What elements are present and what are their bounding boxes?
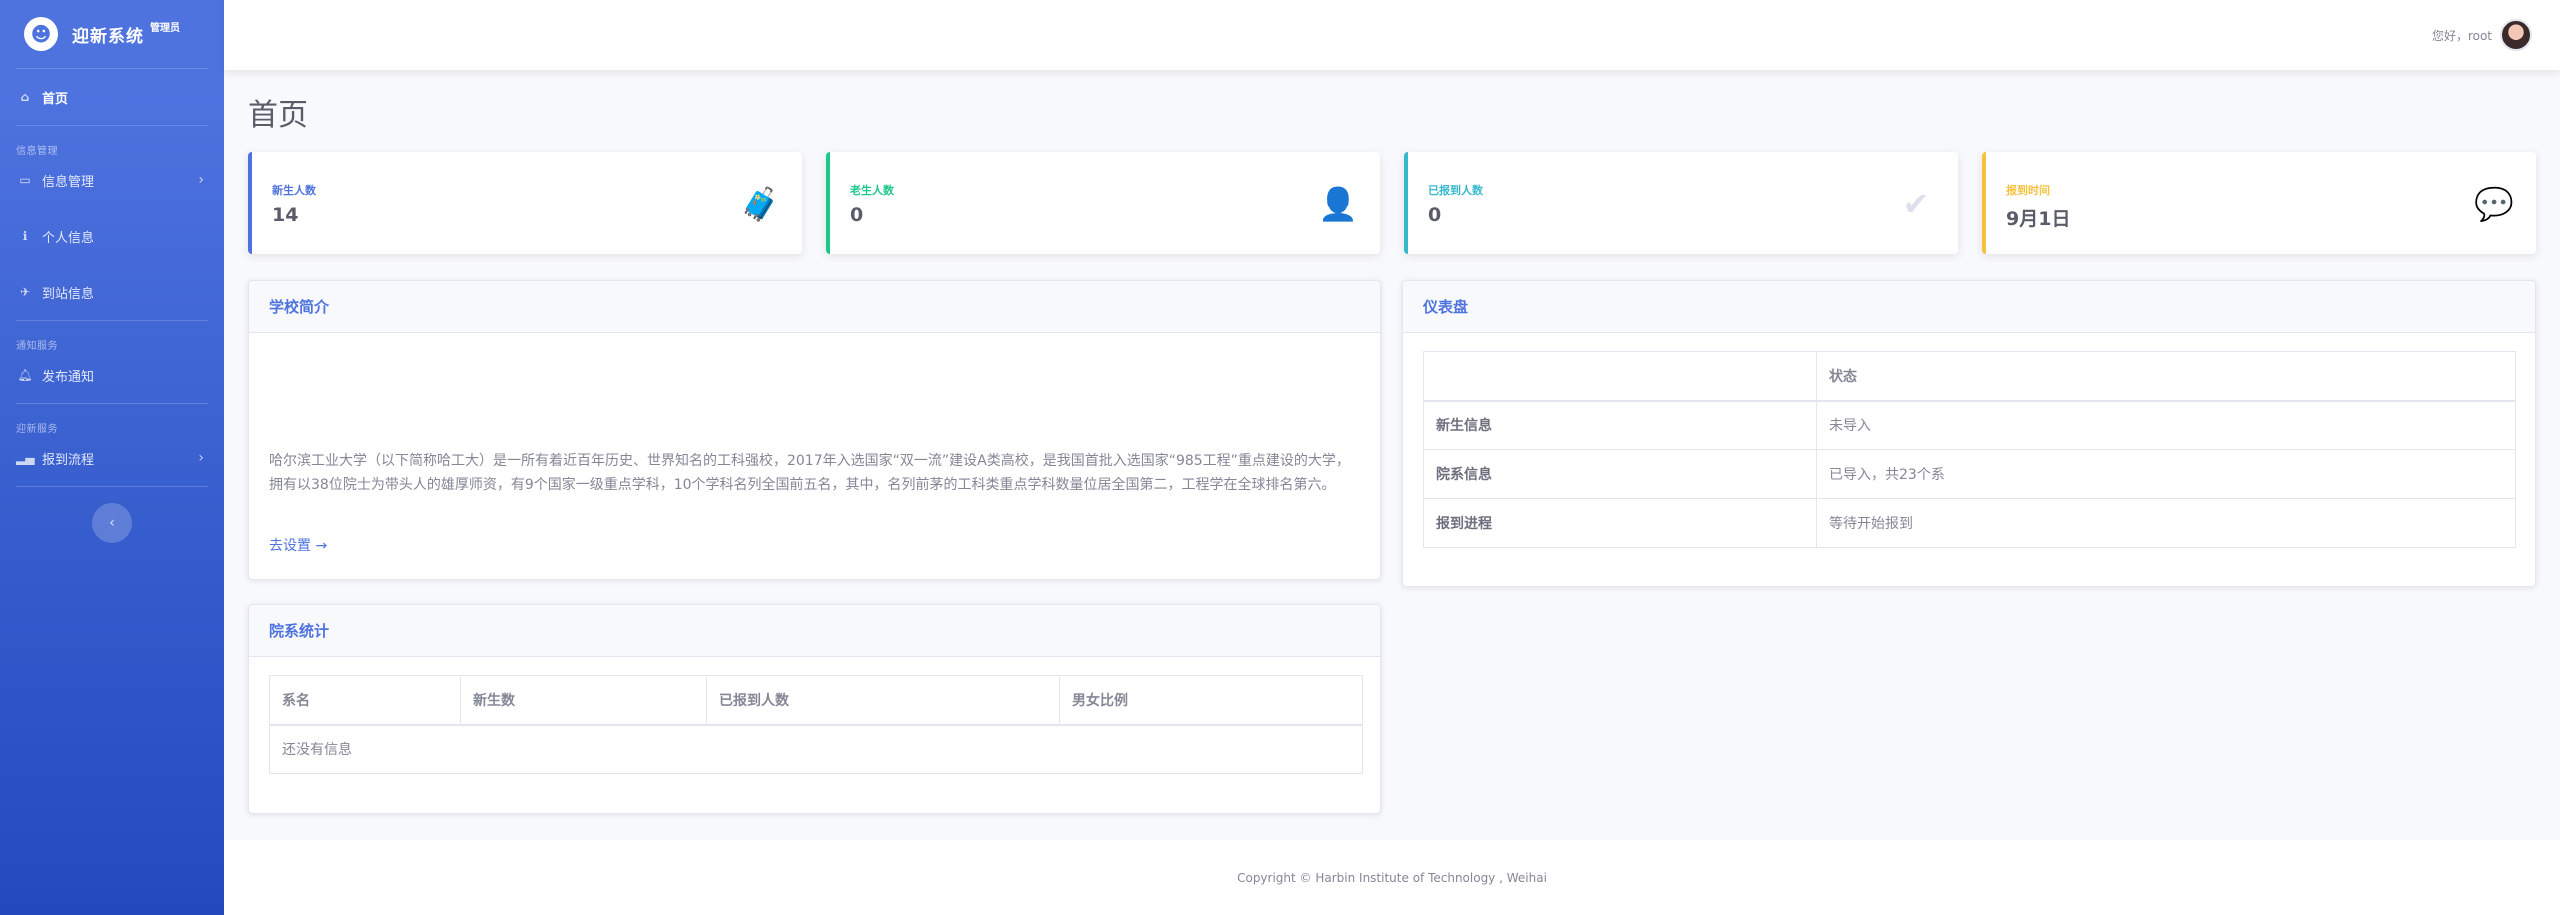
copyright-text: Copyright © Harbin Institute of Technolo… (1237, 870, 1547, 885)
chevron-right-icon: › (198, 172, 204, 188)
user-greeting[interactable]: 您好，root (2432, 27, 2492, 44)
table-header-cell: 已报到人数 (706, 675, 1060, 726)
table-row: 还没有信息 (269, 724, 1363, 774)
sidebar-toggle-button[interactable]: ‹ (92, 503, 132, 543)
stat-card-new-students: 新生人数 14 🧳 (248, 152, 802, 254)
sidebar-item-personal[interactable]: ℹ 个人信息 (0, 208, 224, 264)
table-row: 新生信息 未导入 (1423, 400, 2516, 450)
stat-value: 0 (850, 204, 864, 226)
stat-value: 0 (1428, 204, 1442, 226)
info-icon: ℹ (22, 229, 28, 243)
sidebar-item-publish[interactable]: 🔔︎ 发布通知 (0, 347, 224, 403)
card-title: 院系统计 (249, 605, 1380, 657)
laptop-icon: ▭ (19, 173, 31, 187)
stat-value: 9月1日 (2006, 208, 2071, 230)
row-status: 等待开始报到 (1816, 498, 2516, 548)
row-label: 新生信息 (1423, 400, 1817, 450)
sidebar-heading-info: 信息管理 (16, 146, 58, 157)
go-settings-link[interactable]: 去设置 → (269, 535, 327, 555)
stat-card-registered: 已报到人数 0 ✔ (1404, 152, 1958, 254)
empty-message: 还没有信息 (269, 724, 1363, 774)
table-row: 院系信息 已导入，共23个系 (1423, 449, 2516, 499)
sidebar-item-info-manage[interactable]: ▭ 信息管理 › (0, 152, 224, 208)
brand[interactable]: ☻ 迎新系统 管理员 (0, 0, 224, 68)
user-check-icon: 👤 (1318, 185, 1358, 223)
table-header-row: 系名 新生数 已报到人数 男女比例 (269, 675, 1363, 726)
sidebar-heading-notice: 通知服务 (16, 341, 58, 352)
page-title: 首页 (248, 98, 308, 133)
stat-label: 老生人数 (850, 184, 894, 197)
sidebar-item-label: 首页 (42, 91, 69, 107)
table-header-cell: 新生数 (460, 675, 707, 726)
comments-icon: 💬 (2474, 185, 2514, 223)
footer: Copyright © Harbin Institute of Technolo… (224, 840, 2560, 915)
luggage-icon: 🧳 (740, 185, 780, 223)
sidebar-item-label: 信息管理 (42, 174, 95, 190)
topbar: 您好，root (224, 0, 2560, 70)
stat-label: 新生人数 (272, 184, 316, 197)
table-header-cell (1423, 351, 1817, 402)
row-status: 未导入 (1816, 400, 2516, 450)
plane-icon: ✈ (19, 285, 31, 299)
table-header-cell: 男女比例 (1059, 675, 1363, 726)
sidebar-item-label: 报到流程 (42, 452, 95, 468)
sidebar-item-label: 发布通知 (42, 369, 95, 385)
sidebar-item-process[interactable]: ▂▄ 报到流程 › (0, 430, 224, 486)
row-label: 报到进程 (1423, 498, 1817, 548)
sidebar-item-home[interactable]: ⌂ 首页 (0, 69, 224, 125)
home-icon: ⌂ (20, 90, 30, 104)
signal-icon: ▂▄ (16, 451, 35, 465)
stat-value: 14 (272, 204, 299, 226)
table-header-cell: 系名 (269, 675, 461, 726)
card-title: 仪表盘 (1403, 281, 2535, 333)
stat-card-register-time: 报到时间 9月1日 💬 (1982, 152, 2536, 254)
school-intro-card: 学校简介 哈尔滨工业大学（以下简称哈工大）是一所有着近百年历史、世界知名的工科强… (248, 280, 1381, 580)
row-status: 已导入，共23个系 (1816, 449, 2516, 499)
sidebar-item-label: 到站信息 (42, 286, 95, 302)
sidebar-item-arrival[interactable]: ✈ 到站信息 (0, 264, 224, 320)
stat-label: 已报到人数 (1428, 184, 1483, 197)
dashboard-card: 仪表盘 状态 新生信息 未导入 院系信息 已导入，共23个系 报到进程 等待开始… (1402, 280, 2536, 587)
sidebar-heading-welcome: 迎新服务 (16, 424, 58, 435)
table-row: 报到进程 等待开始报到 (1423, 498, 2516, 548)
brand-title: 迎新系统 (72, 26, 144, 47)
dashboard-table: 状态 新生信息 未导入 院系信息 已导入，共23个系 报到进程 等待开始报到 (1423, 351, 2516, 548)
sidebar: ☻ 迎新系统 管理员 ⌂ 首页 信息管理 ▭ 信息管理 › ℹ 个人信息 ✈ 到… (0, 0, 224, 915)
table-header-cell: 状态 (1816, 351, 2516, 402)
stat-label: 报到时间 (2006, 184, 2050, 197)
department-stats-card: 院系统计 系名 新生数 已报到人数 男女比例 还没有信息 (248, 604, 1381, 814)
table-header-row: 状态 (1423, 351, 2516, 402)
row-label: 院系信息 (1423, 449, 1817, 499)
avatar[interactable] (2500, 19, 2532, 51)
card-title: 学校简介 (249, 281, 1380, 333)
bell-icon: 🔔︎ (17, 368, 33, 382)
sidebar-item-label: 个人信息 (42, 230, 95, 246)
sidebar-divider (16, 486, 208, 487)
school-intro-text: 哈尔滨工业大学（以下简称哈工大）是一所有着近百年历史、世界知名的工科强校，201… (269, 453, 1350, 493)
chevron-right-icon: › (198, 450, 204, 466)
department-table: 系名 新生数 已报到人数 男女比例 还没有信息 (269, 675, 1363, 774)
brand-role: 管理员 (150, 22, 180, 34)
smile-logo-icon: ☻ (24, 17, 58, 51)
stat-card-old-students: 老生人数 0 👤 (826, 152, 1380, 254)
check-circle-icon: ✔ (1902, 185, 1930, 223)
